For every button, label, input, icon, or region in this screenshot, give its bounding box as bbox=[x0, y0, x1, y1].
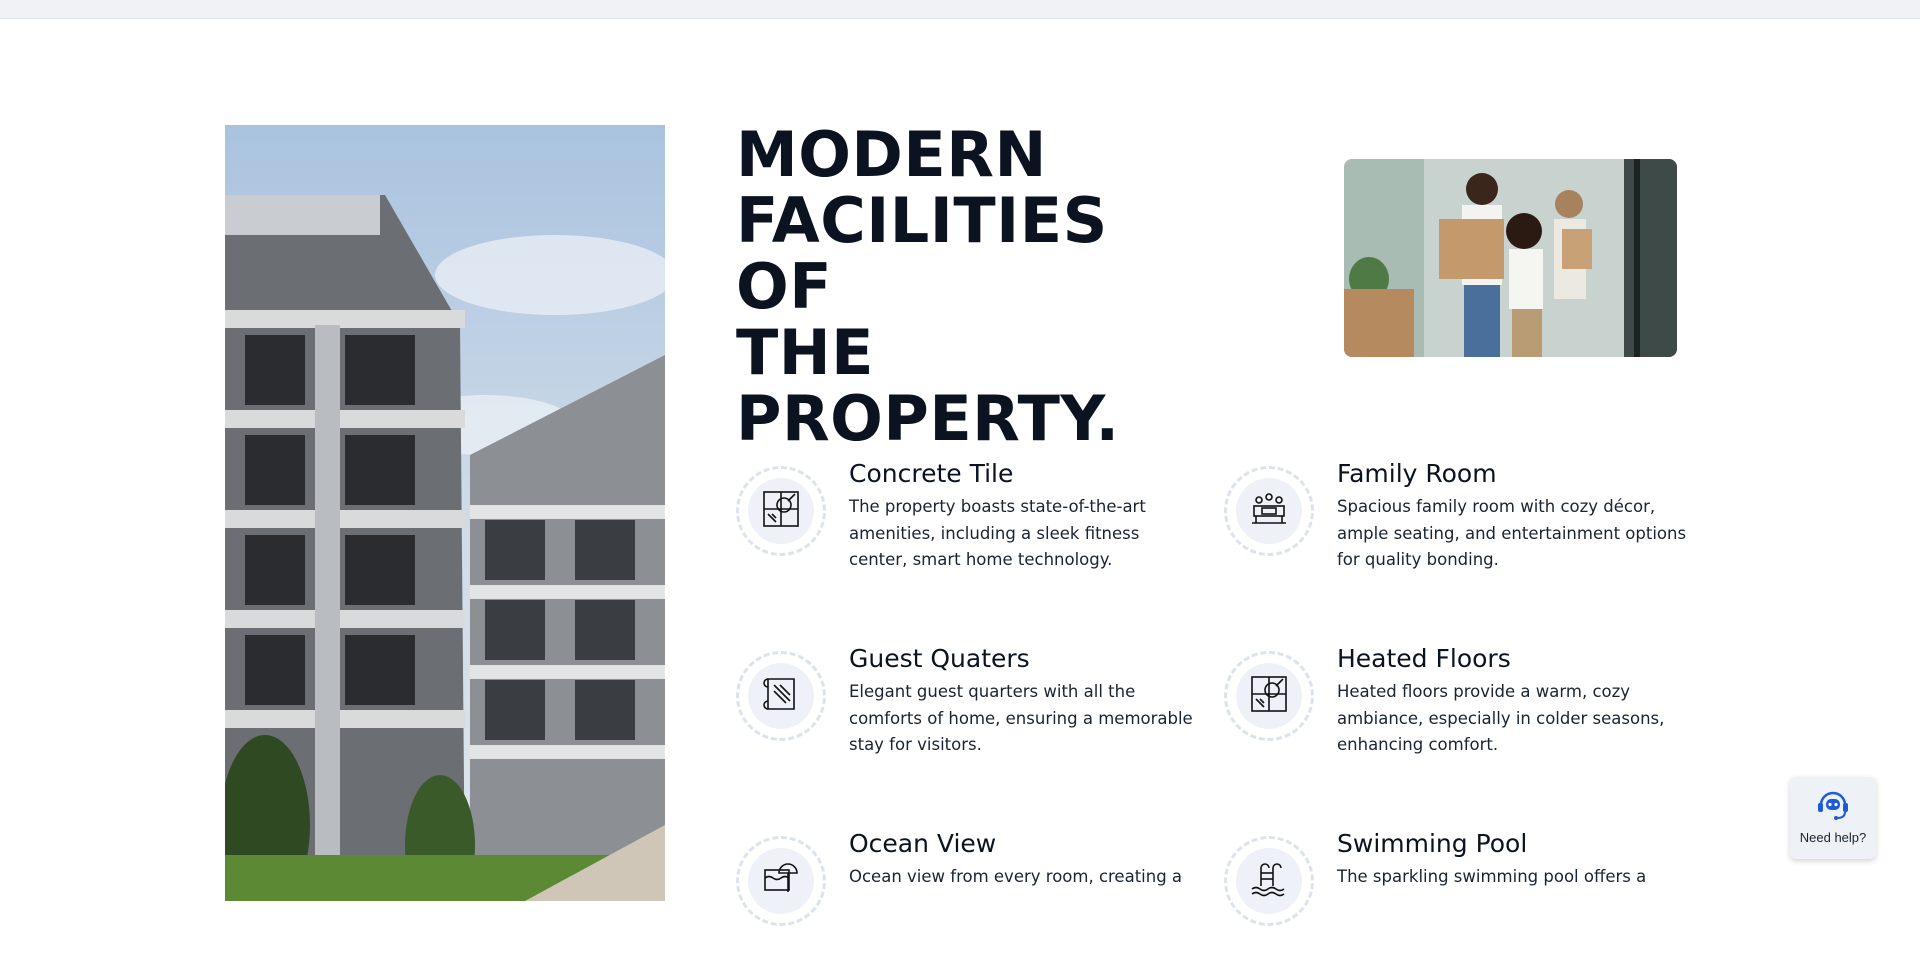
feature-family-room: Family Room Spacious family room with co… bbox=[1224, 458, 1686, 598]
feature-description: The sparkling swimming pool offers a bbox=[1337, 867, 1647, 886]
feature-swimming-pool: Swimming Pool The sparkling swimming poo… bbox=[1224, 828, 1654, 968]
feature-ocean-view: Ocean View Ocean view from every room, c… bbox=[736, 828, 1182, 968]
title-line: FACILITIES OF bbox=[736, 184, 1108, 323]
feature-title: Heated Floors bbox=[1337, 644, 1511, 673]
feature-title: Family Room bbox=[1337, 459, 1497, 488]
icon-ring bbox=[736, 836, 826, 926]
ocean-view-icon bbox=[762, 860, 800, 903]
feature-concrete-tile: Concrete Tile The property boasts state-… bbox=[736, 458, 1166, 598]
family-room-icon bbox=[1250, 490, 1288, 533]
icon-ring bbox=[1224, 651, 1314, 741]
guest-quarters-icon bbox=[762, 675, 800, 718]
feature-guest-quarters: Guest Quaters Elegant guest quarters wit… bbox=[736, 643, 1193, 783]
top-bar bbox=[0, 0, 1920, 19]
feature-title: Concrete Tile bbox=[849, 459, 1014, 488]
icon-ring bbox=[736, 651, 826, 741]
feature-title: Ocean View bbox=[849, 829, 997, 858]
icon-ring bbox=[1224, 836, 1314, 926]
icon-ring bbox=[736, 466, 826, 556]
heated-floors-icon bbox=[1250, 675, 1288, 718]
feature-description: Heated floors provide a warm, cozy ambia… bbox=[1337, 682, 1665, 754]
need-help-button[interactable]: Need help? bbox=[1790, 777, 1876, 859]
page-title: MODERN FACILITIES OF THE PROPERTY. bbox=[736, 122, 1206, 452]
feature-title: Guest Quaters bbox=[849, 644, 1030, 673]
swimming-pool-icon bbox=[1250, 860, 1288, 903]
title-line: MODERN bbox=[736, 118, 1047, 191]
feature-description: Spacious family room with cozy décor, am… bbox=[1337, 497, 1687, 569]
support-bot-icon bbox=[1815, 791, 1851, 825]
feature-description: Elegant guest quarters with all the comf… bbox=[849, 682, 1193, 754]
icon-ring bbox=[1224, 466, 1314, 556]
feature-description: Ocean view from every room, creating a bbox=[849, 867, 1183, 886]
tile-icon bbox=[762, 490, 800, 533]
need-help-label: Need help? bbox=[1799, 830, 1867, 845]
title-line: THE bbox=[736, 316, 875, 389]
title-line: PROPERTY. bbox=[736, 382, 1120, 455]
feature-heated-floors: Heated Floors Heated floors provide a wa… bbox=[1224, 643, 1664, 783]
building-photo bbox=[225, 125, 665, 901]
family-photo bbox=[1344, 159, 1677, 357]
feature-description: The property boasts state-of-the-art ame… bbox=[849, 497, 1146, 569]
feature-title: Swimming Pool bbox=[1337, 829, 1528, 858]
